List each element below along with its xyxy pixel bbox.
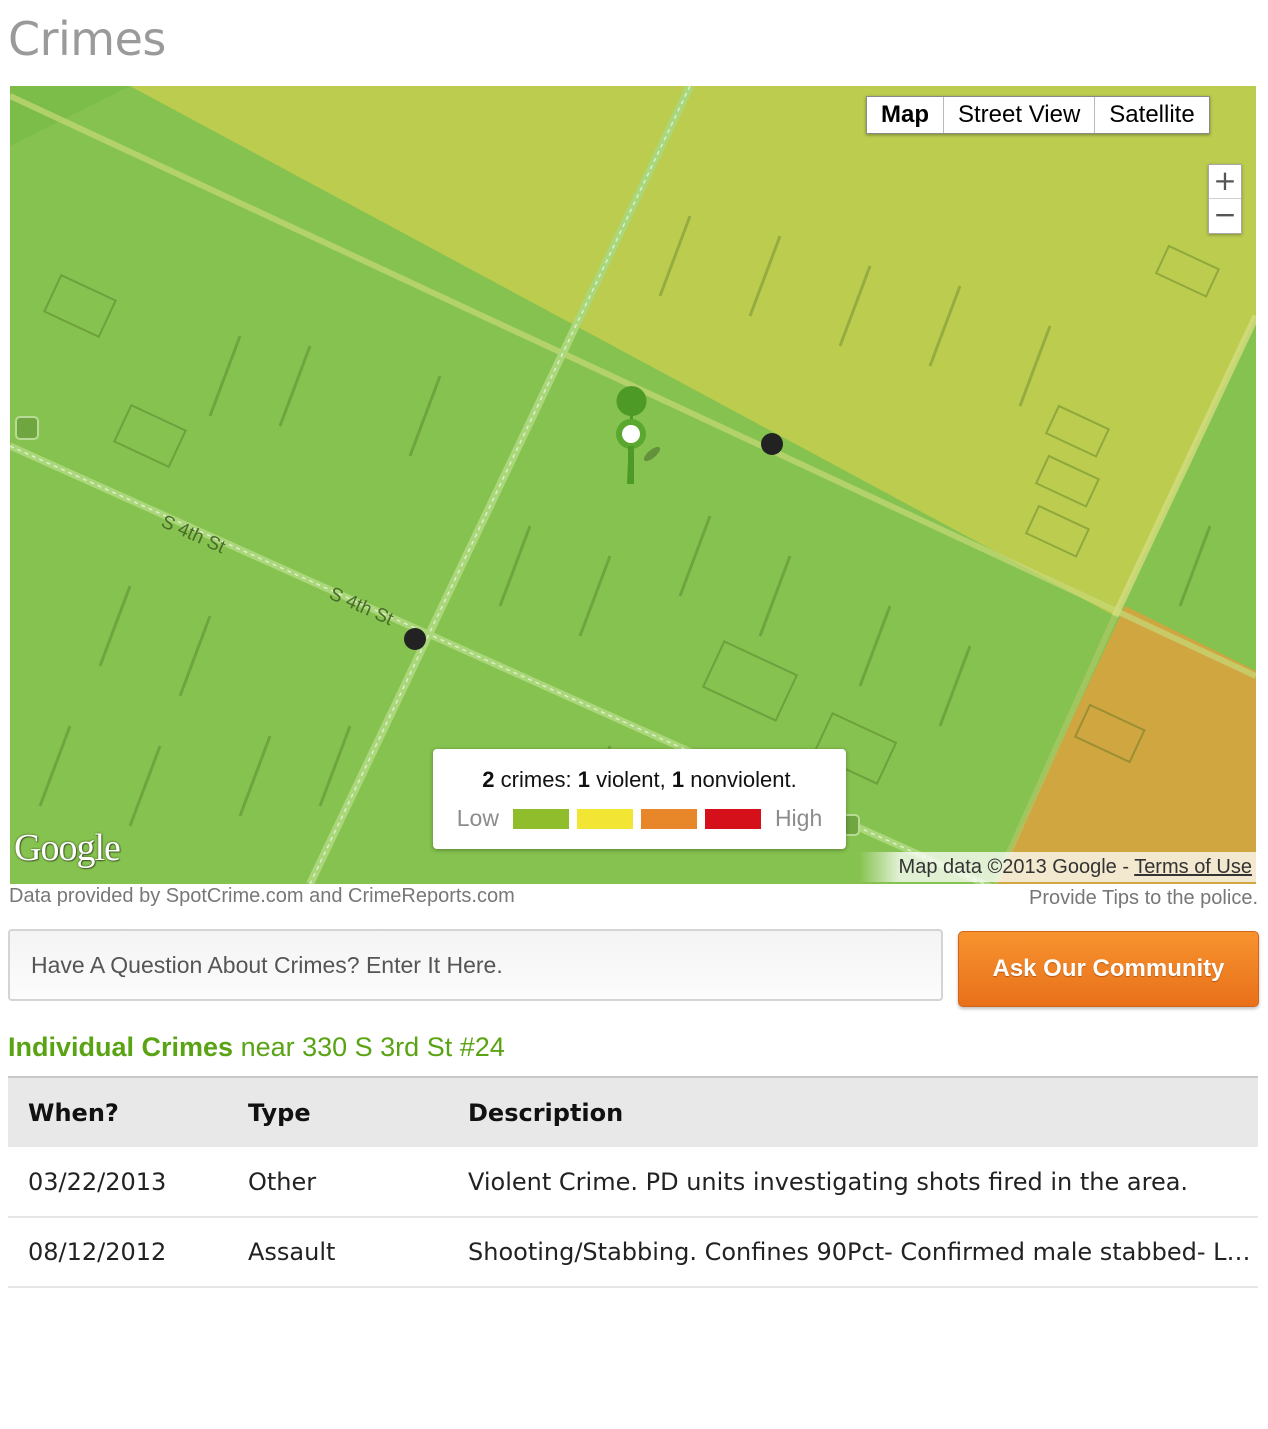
cell-description: Shooting/Stabbing. Confines 90Pct- Confi… bbox=[468, 1217, 1258, 1288]
column-header-type[interactable]: Type bbox=[248, 1077, 468, 1147]
heading-strong: Individual Crimes bbox=[8, 1032, 234, 1062]
crimes-table: When? Type Description 03/22/2013 Other … bbox=[8, 1076, 1258, 1288]
legend-swatch-elevated bbox=[640, 808, 697, 829]
zoom-control: + − bbox=[1208, 164, 1242, 234]
legend-swatch-medium bbox=[576, 808, 633, 829]
total-crimes-count: 2 bbox=[482, 767, 495, 792]
cell-description: Violent Crime. PD units investigating sh… bbox=[468, 1147, 1258, 1218]
cell-when: 08/12/2012 bbox=[8, 1217, 248, 1288]
map-type-street-view-button[interactable]: Street View bbox=[944, 97, 1096, 133]
table-row[interactable]: 03/22/2013 Other Violent Crime. PD units… bbox=[8, 1147, 1258, 1218]
crimes-word: crimes: bbox=[500, 767, 572, 792]
legend-swatch-low bbox=[512, 808, 569, 829]
crime-summary: 2 crimes: 1 violent, 1 nonviolent. bbox=[433, 767, 846, 793]
individual-crimes-heading: Individual Crimes near 330 S 3rd St #24 bbox=[8, 1032, 505, 1063]
terms-of-use-link[interactable]: Terms of Use bbox=[1134, 856, 1252, 878]
column-header-description[interactable]: Description bbox=[468, 1077, 1258, 1147]
provide-tips-link[interactable]: Provide Tips to the police. bbox=[1029, 887, 1258, 910]
legend-low-label: Low bbox=[456, 805, 499, 831]
map-data-text: Map data ©2013 Google - bbox=[898, 856, 1135, 878]
nonviolent-word: nonviolent. bbox=[690, 767, 797, 792]
legend-scale: Low High bbox=[433, 805, 846, 832]
nonviolent-count: 1 bbox=[671, 767, 685, 792]
data-sources-text: Data provided by SpotCrime.com and Crime… bbox=[9, 885, 515, 907]
map-type-control: Map Street View Satellite bbox=[866, 96, 1210, 134]
ask-community-button[interactable]: Ask Our Community bbox=[958, 931, 1259, 1007]
cell-type: Assault bbox=[248, 1217, 468, 1288]
transit-icon[interactable] bbox=[15, 416, 39, 440]
crime-marker[interactable] bbox=[761, 433, 783, 455]
google-logo[interactable]: Google bbox=[14, 826, 121, 870]
table-header-row: When? Type Description bbox=[8, 1077, 1258, 1147]
column-header-when[interactable]: When? bbox=[8, 1077, 248, 1147]
map-type-map-button[interactable]: Map bbox=[867, 97, 944, 133]
question-input[interactable] bbox=[8, 929, 943, 1001]
map-type-satellite-button[interactable]: Satellite bbox=[1095, 97, 1208, 133]
map-attribution: Map data ©2013 Google - Terms of Use bbox=[858, 852, 1256, 882]
crime-marker[interactable] bbox=[404, 628, 426, 650]
crime-map[interactable]: S 4th St S 4th St Map Street View Satell… bbox=[10, 86, 1256, 884]
table-row[interactable]: 08/12/2012 Assault Shooting/Stabbing. Co… bbox=[8, 1217, 1258, 1288]
zoom-out-button[interactable]: − bbox=[1209, 199, 1241, 233]
legend-swatch-high bbox=[704, 808, 761, 829]
crime-legend: 2 crimes: 1 violent, 1 nonviolent. Low H… bbox=[433, 749, 846, 849]
cell-type: Other bbox=[248, 1147, 468, 1218]
heading-location: near 330 S 3rd St #24 bbox=[233, 1032, 505, 1062]
cell-when: 03/22/2013 bbox=[8, 1147, 248, 1218]
zoom-in-button[interactable]: + bbox=[1209, 165, 1241, 199]
violent-count: 1 bbox=[577, 767, 590, 792]
violent-word: violent, bbox=[596, 767, 666, 792]
page-title: Crimes bbox=[8, 12, 166, 66]
legend-high-label: High bbox=[774, 805, 823, 831]
